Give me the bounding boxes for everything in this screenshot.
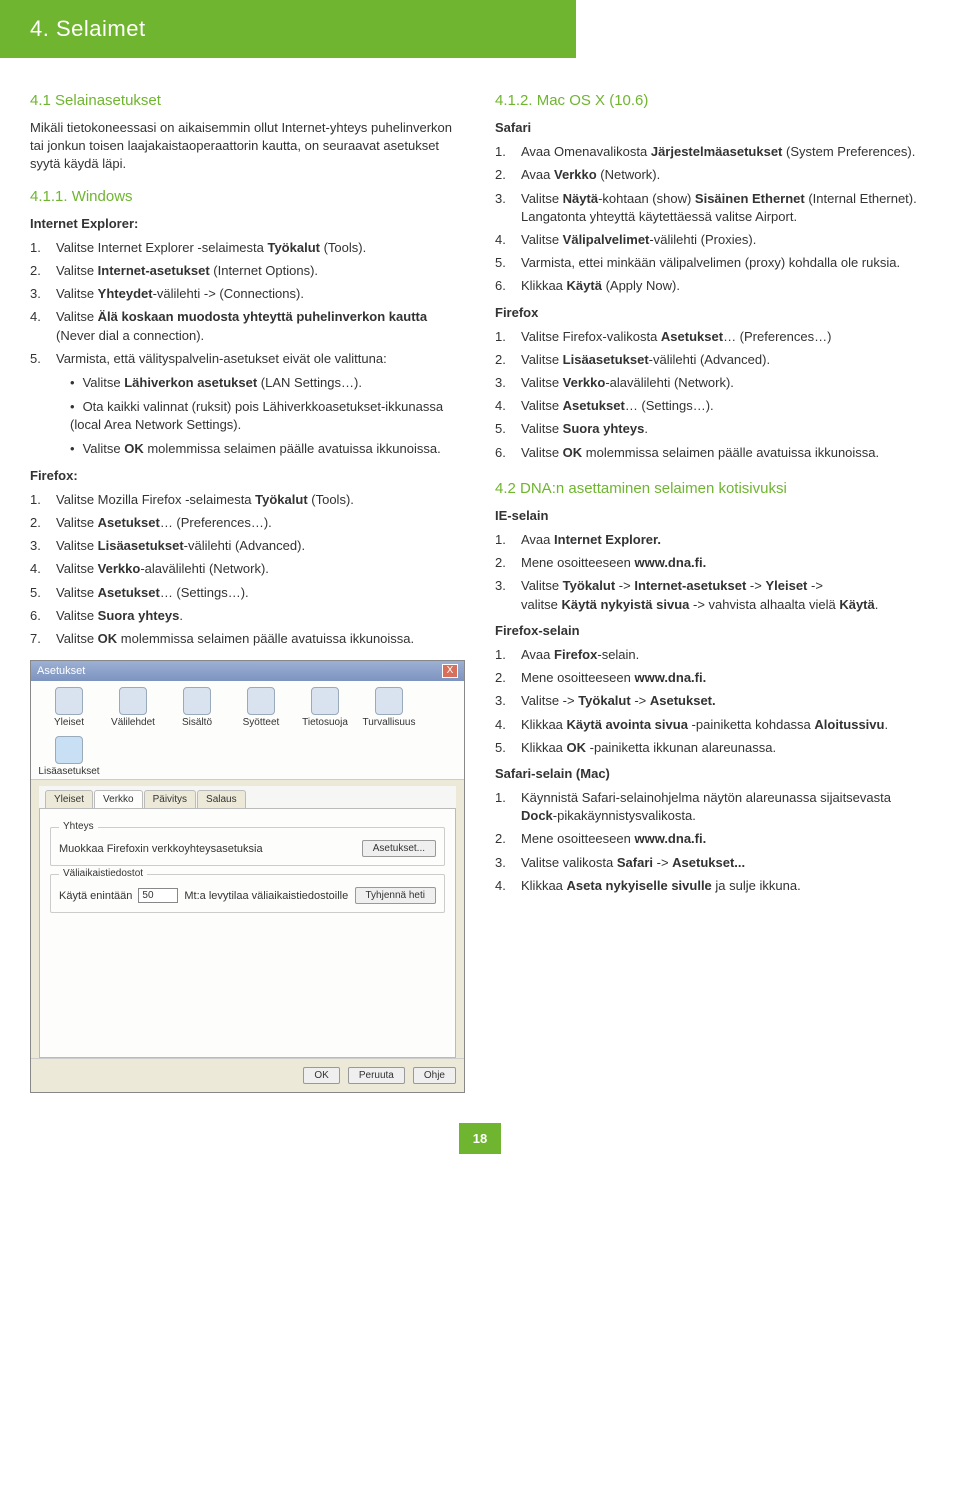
ff-steps: 1.Valitse Mozilla Firefox -selaimesta Ty…: [30, 491, 465, 648]
list-item: Ota kaikki valinnat (ruksit) pois Lähive…: [70, 398, 465, 434]
list-item: 3.Valitse Yhteydet-välilehti -> (Connect…: [30, 285, 465, 303]
dialog-subtabs: YleisetVerkkoPäivitysSalaus: [39, 786, 456, 808]
ie-selain-steps: 1.Avaa Internet Explorer. 2.Mene osoittee…: [495, 531, 930, 614]
list-item: 4.Valitse Verkko-alavälilehti (Network).: [30, 560, 465, 578]
list-item: 2.Valitse Asetukset… (Preferences…).: [30, 514, 465, 532]
ff-selain-steps: 1.Avaa Firefox-selain. 2.Mene osoitteesee…: [495, 646, 930, 757]
close-icon[interactable]: X: [442, 664, 458, 678]
list-item: 4.Valitse Asetukset… (Settings…).: [495, 397, 930, 415]
category-icon: [55, 687, 83, 715]
list-item: 3.Valitse -> Työkalut -> Asetukset.: [495, 692, 930, 710]
cache-size-input[interactable]: 50: [138, 888, 178, 903]
safari-selain-steps: 1.Käynnistä Safari-selainohjelma näytön …: [495, 789, 930, 895]
list-item: 4.Klikkaa Aseta nykyiselle sivulle ja su…: [495, 877, 930, 895]
list-item: 1.Käynnistä Safari-selainohjelma näytön …: [495, 789, 930, 825]
list-item: 4.Valitse Välipalvelimet-välilehti (Prox…: [495, 231, 930, 249]
ff-selain-heading: Firefox-selain: [495, 622, 930, 640]
list-item: 5.Klikkaa OK -painiketta ikkunan alareun…: [495, 739, 930, 757]
list-item: 3.Valitse valikosta Safari -> Asetukset.…: [495, 854, 930, 872]
list-item: 4.Valitse Älä koskaan muodosta yhteyttä …: [30, 308, 465, 344]
category-icon: [183, 687, 211, 715]
connection-text: Muokkaa Firefoxin verkkoyhteysasetuksia: [59, 843, 356, 855]
list-item: 4.Klikkaa Käytä avointa sivua -painikett…: [495, 716, 930, 734]
toolbar-icon-yleiset[interactable]: Yleiset: [41, 687, 97, 728]
section-4-1-2: 4.1.2. Mac OS X (10.6): [495, 92, 930, 109]
list-item: 3.Valitse Lisäasetukset-välilehti (Advan…: [30, 537, 465, 555]
list-item: 5.Varmista, ettei minkään välipalvelimen…: [495, 254, 930, 272]
list-item: 3.Valitse Työkalut -> Internet-asetukset…: [495, 577, 930, 613]
list-item: 6.Valitse Suora yhteys.: [30, 607, 465, 625]
list-item: Valitse Lähiverkon asetukset (LAN Settin…: [70, 374, 465, 392]
ie-steps: 1.Valitse Internet Explorer -selaimesta …: [30, 239, 465, 368]
category-icon: [55, 736, 83, 764]
list-item: 2.Avaa Verkko (Network).: [495, 166, 930, 184]
page-number: 18: [459, 1123, 501, 1154]
category-icon: [375, 687, 403, 715]
ie-heading: Internet Explorer:: [30, 215, 465, 233]
list-item: 2.Mene osoitteeseen www.dna.fi.: [495, 554, 930, 572]
list-item: 1.Avaa Internet Explorer.: [495, 531, 930, 549]
category-icon: [119, 687, 147, 715]
toolbar-icon-sisältö[interactable]: Sisältö: [169, 687, 225, 728]
list-item: 2.Mene osoitteeseen www.dna.fi.: [495, 830, 930, 848]
list-item: 1.Valitse Internet Explorer -selaimesta …: [30, 239, 465, 257]
cancel-button[interactable]: Peruuta: [348, 1067, 405, 1084]
toolbar-icon-lisäasetukset[interactable]: Lisäasetukset: [41, 736, 97, 777]
list-item: 2.Valitse Internet-asetukset (Internet O…: [30, 262, 465, 280]
category-icon: [247, 687, 275, 715]
list-item: 1.Avaa Firefox-selain.: [495, 646, 930, 664]
list-item: 2.Mene osoitteeseen www.dna.fi.: [495, 669, 930, 687]
list-item: 5.Valitse Suora yhteys.: [495, 420, 930, 438]
list-item: 1.Avaa Omenavalikosta Järjestelmäasetuks…: [495, 143, 930, 161]
ie-selain-heading: IE-selain: [495, 507, 930, 525]
subtab-verkko[interactable]: Verkko: [94, 790, 143, 808]
cache-post: Mt:a levytilaa väliaikaistiedostoille: [184, 890, 348, 902]
list-item: 3.Valitse Näytä-kohtaan (show) Sisäinen …: [495, 190, 930, 226]
toolbar-icon-turvallisuus[interactable]: Turvallisuus: [361, 687, 417, 728]
safari-steps: 1.Avaa Omenavalikosta Järjestelmäasetuks…: [495, 143, 930, 295]
safari-heading: Safari: [495, 119, 930, 137]
ok-button[interactable]: OK: [303, 1067, 339, 1084]
list-item: 1.Valitse Firefox-valikosta Asetukset… (…: [495, 328, 930, 346]
ff2-steps: 1.Valitse Firefox-valikosta Asetukset… (…: [495, 328, 930, 462]
list-item: 6.Klikkaa Käytä (Apply Now).: [495, 277, 930, 295]
subtab-salaus[interactable]: Salaus: [197, 790, 246, 808]
settings-button[interactable]: Asetukset...: [362, 840, 436, 857]
toolbar-icon-syötteet[interactable]: Syötteet: [233, 687, 289, 728]
dialog-title: Asetukset: [37, 665, 85, 677]
section-4-1: 4.1 Selainasetukset: [30, 92, 465, 109]
safari-selain-heading: Safari-selain (Mac): [495, 765, 930, 783]
firefox-settings-dialog: Asetukset X YleisetVälilehdetSisältöSyöt…: [30, 660, 465, 1093]
subtab-yleiset[interactable]: Yleiset: [45, 790, 93, 808]
subtab-päivitys[interactable]: Päivitys: [144, 790, 196, 808]
list-item: 5.Varmista, että välityspalvelin-asetuks…: [30, 350, 465, 368]
intro-text: Mikäli tietokoneessasi on aikaisemmin ol…: [30, 119, 465, 174]
dialog-toolbar: YleisetVälilehdetSisältöSyötteetTietosuo…: [31, 681, 464, 780]
left-column: 4.1 Selainasetukset Mikäli tietokoneessa…: [30, 78, 465, 1093]
list-item: 2.Valitse Lisäasetukset-välilehti (Advan…: [495, 351, 930, 369]
section-4-2: 4.2 DNA:n asettaminen selaimen kotisivuk…: [495, 480, 930, 497]
toolbar-icon-tietosuoja[interactable]: Tietosuoja: [297, 687, 353, 728]
list-item: 3.Valitse Verkko-alavälilehti (Network).: [495, 374, 930, 392]
list-item: 1.Valitse Mozilla Firefox -selaimesta Ty…: [30, 491, 465, 509]
ff-heading: Firefox:: [30, 467, 465, 485]
connection-fieldset: Yhteys Muokkaa Firefoxin verkkoyhteysase…: [50, 827, 445, 866]
connection-legend: Yhteys: [59, 821, 98, 832]
section-4-1-1: 4.1.1. Windows: [30, 188, 465, 205]
clear-button[interactable]: Tyhjennä heti: [355, 887, 437, 904]
ff2-heading: Firefox: [495, 304, 930, 322]
list-item: 7.Valitse OK molemmissa selaimen päälle …: [30, 630, 465, 648]
list-item: Valitse OK molemmissa selaimen päälle av…: [70, 440, 465, 458]
toolbar-icon-välilehdet[interactable]: Välilehdet: [105, 687, 161, 728]
right-column: 4.1.2. Mac OS X (10.6) Safari 1.Avaa Ome…: [495, 78, 930, 1093]
help-button[interactable]: Ohje: [413, 1067, 456, 1084]
category-icon: [311, 687, 339, 715]
cache-legend: Väliaikaistiedostot: [59, 868, 147, 879]
cache-pre: Käytä enintään: [59, 890, 132, 902]
cache-fieldset: Väliaikaistiedostot Käytä enintään 50 Mt…: [50, 874, 445, 913]
ie-bullets: Valitse Lähiverkon asetukset (LAN Settin…: [30, 374, 465, 459]
list-item: 6.Valitse OK molemmissa selaimen päälle …: [495, 444, 930, 462]
page-header: 4. Selaimet: [0, 0, 576, 58]
list-item: 5.Valitse Asetukset… (Settings…).: [30, 584, 465, 602]
